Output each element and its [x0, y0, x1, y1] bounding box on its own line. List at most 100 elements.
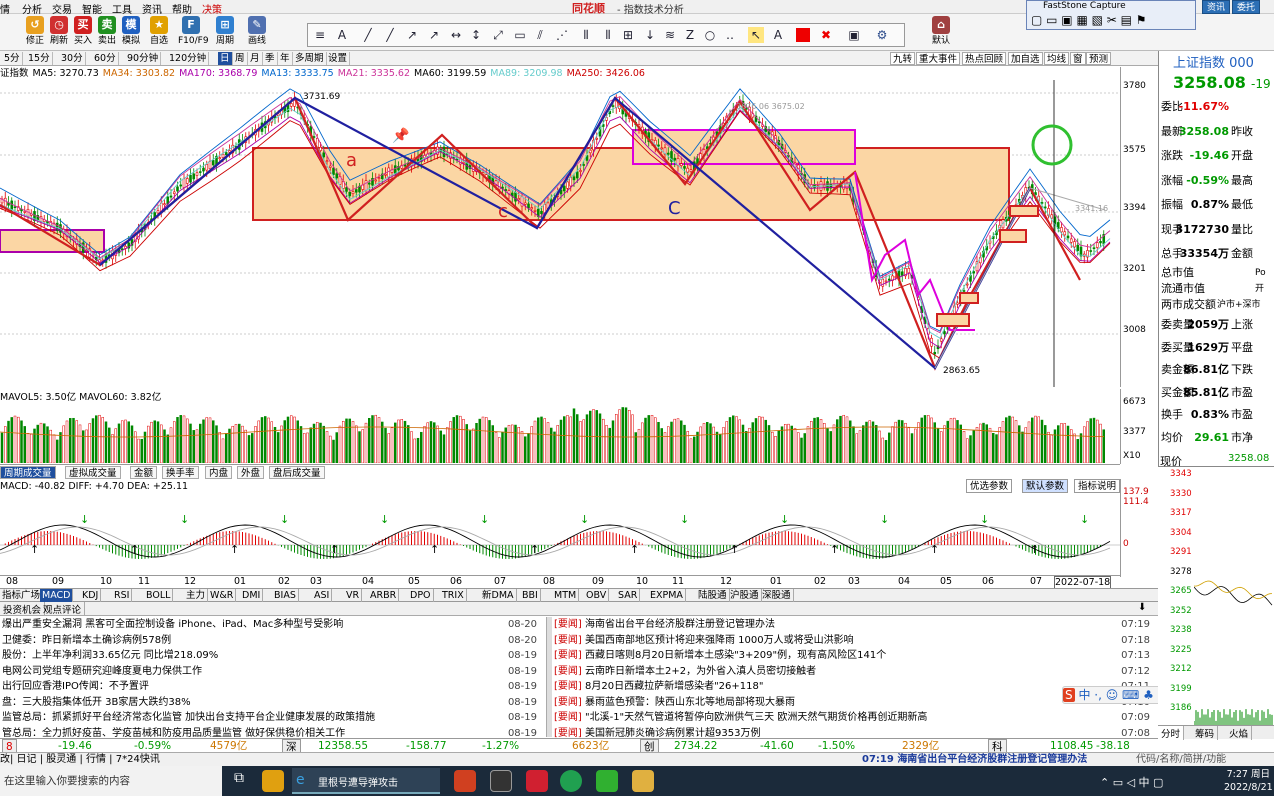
file-explorer-icon[interactable] [262, 770, 284, 792]
candlestick-chart[interactable]: 3731.69 2863.65 a c C 3676.06 3675.02 3341.16 📌 [0, 80, 1120, 387]
indicator-tab[interactable]: DPO [408, 589, 434, 602]
news-item[interactable]: 电网公司党组专题研究迎峰度夏电力保供工作 08-19 [0, 663, 545, 680]
right-tab[interactable]: 加自选 [1008, 52, 1043, 65]
taskbar-search[interactable]: 在这里输入你要搜索的内容 [0, 766, 222, 796]
period-tab[interactable]: 90分钟 [125, 52, 162, 65]
status-left[interactable]: 改| 日记 | 股灵通 | 行情 | 7*24快讯 [0, 753, 160, 767]
volume-tab[interactable]: 盘后成交量 [269, 466, 325, 479]
news-item[interactable]: [要闻] 西藏日喀则8月20日新增本土感染"3+209"例，现有高风险区141个… [552, 648, 1158, 664]
wave-icon[interactable]: ≋ [662, 27, 678, 43]
indicator-tab[interactable]: 陆股通 [696, 589, 730, 602]
tonghuashun-icon[interactable] [526, 770, 548, 792]
powerpoint-icon[interactable] [454, 770, 476, 792]
indicator-tab[interactable]: ARBR [368, 589, 400, 602]
period-lines-icon[interactable]: ⦀ [578, 27, 594, 43]
tab-opinion[interactable]: 观点评论 [40, 602, 86, 616]
macd-param-button[interactable]: 优选参数 [966, 479, 1013, 493]
color-swatch-icon[interactable] [796, 28, 810, 42]
tab-opportunity[interactable]: 投资机会 [0, 602, 46, 616]
default-button[interactable]: ⌂ 默认 [928, 16, 954, 50]
watchlist-button[interactable]: ★ 自选 [146, 16, 172, 50]
cursor-icon[interactable]: ‥ [722, 27, 738, 43]
pointer-icon[interactable]: ↖ [748, 27, 764, 43]
news-item[interactable]: [要闻] 海南省出台平台经济股群注册登记管理办法 07:19 [552, 617, 1158, 633]
rectangle-icon[interactable]: ▭ [512, 27, 528, 43]
news-item[interactable]: 股份：上半年净利润33.65亿元 同比增218.09% 08-19 [0, 648, 545, 664]
right-tab[interactable]: 热点回顾 [962, 52, 1007, 65]
settings-gear-icon[interactable]: ⚙ [874, 27, 890, 43]
channel-icon[interactable]: ⫽ [532, 27, 548, 43]
segment-icon[interactable]: ↗ [426, 27, 442, 43]
faststone-icon[interactable] [632, 770, 654, 792]
mini-tab[interactable]: 火焰 [1226, 726, 1253, 740]
period-tab[interactable]: 120分钟 [167, 52, 210, 65]
period-tab[interactable]: 日 [218, 52, 233, 65]
indicator-tab[interactable]: RSI [112, 589, 133, 602]
volume-tab[interactable]: 虚拟成交量 [65, 466, 121, 479]
indicator-tab[interactable]: BOLL [144, 589, 174, 602]
volume-tab[interactable]: 换手率 [162, 466, 199, 479]
right-tab[interactable]: 预测 [1086, 52, 1112, 65]
volume-chart[interactable] [0, 400, 1120, 463]
save-icon[interactable]: ▣ [846, 27, 862, 43]
refresh-button[interactable]: ◷ 刷新 [46, 16, 72, 50]
capture-tools-icon[interactable]: ▢ ▭ ▣ ▦ ▧ ✂ ▤ ⚑ [1031, 13, 1147, 27]
sell-button[interactable]: 卖卖出 [94, 16, 120, 50]
period-tab[interactable]: 15分 [26, 52, 53, 65]
macd-chart[interactable]: ↑ ↓ ↑ ↓ ↑ ↓ ↑ ↓ ↑ ↓ ↑ ↓ ↑ ↓ ↑ ↓ ↑ ↓ ↑ ↓ ↑ ↓ [0, 493, 1120, 573]
tray-icons[interactable]: ⌃ ▭ ◁ 中 ▢ [1100, 774, 1163, 790]
right-tab[interactable]: 重大事件 [916, 52, 961, 65]
download-icon[interactable]: ⬇ [1138, 602, 1146, 613]
f10-button[interactable]: F F10/F9 [178, 16, 209, 50]
period-tab[interactable]: 5分 [2, 52, 23, 65]
volume-tab[interactable]: 金额 [130, 466, 158, 479]
indicator-tab[interactable]: VR [344, 589, 363, 602]
indicator-tab[interactable]: EXPMA [648, 589, 686, 602]
line-icon[interactable]: ╱ [360, 27, 376, 43]
circle-icon[interactable]: ○ [702, 27, 718, 43]
period-tab[interactable]: 设置 [326, 52, 351, 65]
period-tab[interactable]: 30分 [59, 52, 86, 65]
draw-line-button[interactable]: ✎ 画线 [244, 16, 270, 50]
horizontal-line-icon[interactable]: ↔ [448, 27, 464, 43]
text-icon[interactable]: A [334, 27, 350, 43]
status-search[interactable]: 代码/名称/简拼/功能 [1136, 753, 1226, 767]
period-tab[interactable]: 60分 [92, 52, 119, 65]
volume-tab[interactable]: 外盘 [237, 466, 265, 479]
indicator-tab[interactable]: TRIX [440, 589, 467, 602]
indicator-tab[interactable]: DMI [240, 589, 264, 602]
extend-line-icon[interactable]: ⤢ [490, 27, 506, 43]
gann-icon[interactable]: ⊞ [620, 27, 636, 43]
volume-tab[interactable]: 周期成交量 [0, 466, 56, 479]
trade-button[interactable]: 委托 [1232, 0, 1261, 14]
down-arrow-icon[interactable]: ↓ [642, 27, 658, 43]
wechat-icon[interactable] [596, 770, 618, 792]
news-item[interactable]: 盘：三大股指集体低开 3B家居大跌约38% 08-19 [0, 694, 545, 711]
indicator-tab[interactable]: ASI [312, 589, 333, 602]
macd-param-button[interactable]: 默认参数 [1022, 479, 1069, 493]
camera-icon[interactable] [490, 770, 512, 792]
news-item[interactable]: 爆出严重安全漏洞 黑客可全面控制设备 iPhone、iPad、Mac多种型号受影… [0, 617, 545, 633]
status-news[interactable]: 07:19 海南省出台平台经济股群注册登记管理办法 [862, 753, 1087, 767]
indicator-tab[interactable]: 深股通 [760, 589, 794, 602]
indicator-tab[interactable]: SAR [616, 589, 641, 602]
period-tab[interactable]: 季 [263, 52, 278, 65]
news-item[interactable]: [要闻] 云南昨日新增本土2+2，为外省入滇人员密切接触者 07:12 [552, 663, 1158, 680]
zigzag-icon[interactable]: Z [682, 27, 698, 43]
taskbar-browser[interactable]: e 里根号遭导弹攻击 [292, 768, 440, 794]
mini-tab[interactable]: 分时 [1158, 726, 1185, 740]
buy-button[interactable]: 买买入 [70, 16, 96, 50]
right-tab[interactable]: 均线 [1044, 52, 1070, 65]
fan-icon[interactable]: ⋰ [554, 27, 570, 43]
right-tab[interactable]: 窗 [1070, 52, 1086, 65]
clock[interactable]: 7:27 周日 2022/8/21 [1224, 768, 1273, 794]
simulate-button[interactable]: 模模拟 [118, 16, 144, 50]
macd-param-button[interactable]: 指标说明 [1074, 479, 1121, 493]
indicator-tab[interactable]: BIAS [272, 589, 299, 602]
indicator-tab[interactable]: 主力 [184, 589, 209, 602]
mini-tab[interactable]: 筹码 [1192, 726, 1219, 740]
news-item[interactable]: [要闻] "北溪-1"天然气管道将暂停向欧洲供气三天 欧洲天然气期货价格再创近期… [552, 710, 1158, 726]
period-tab[interactable]: 月 [248, 52, 263, 65]
arrow-line-icon[interactable]: ↗ [404, 27, 420, 43]
indicator-tab[interactable]: MACD [40, 589, 74, 602]
